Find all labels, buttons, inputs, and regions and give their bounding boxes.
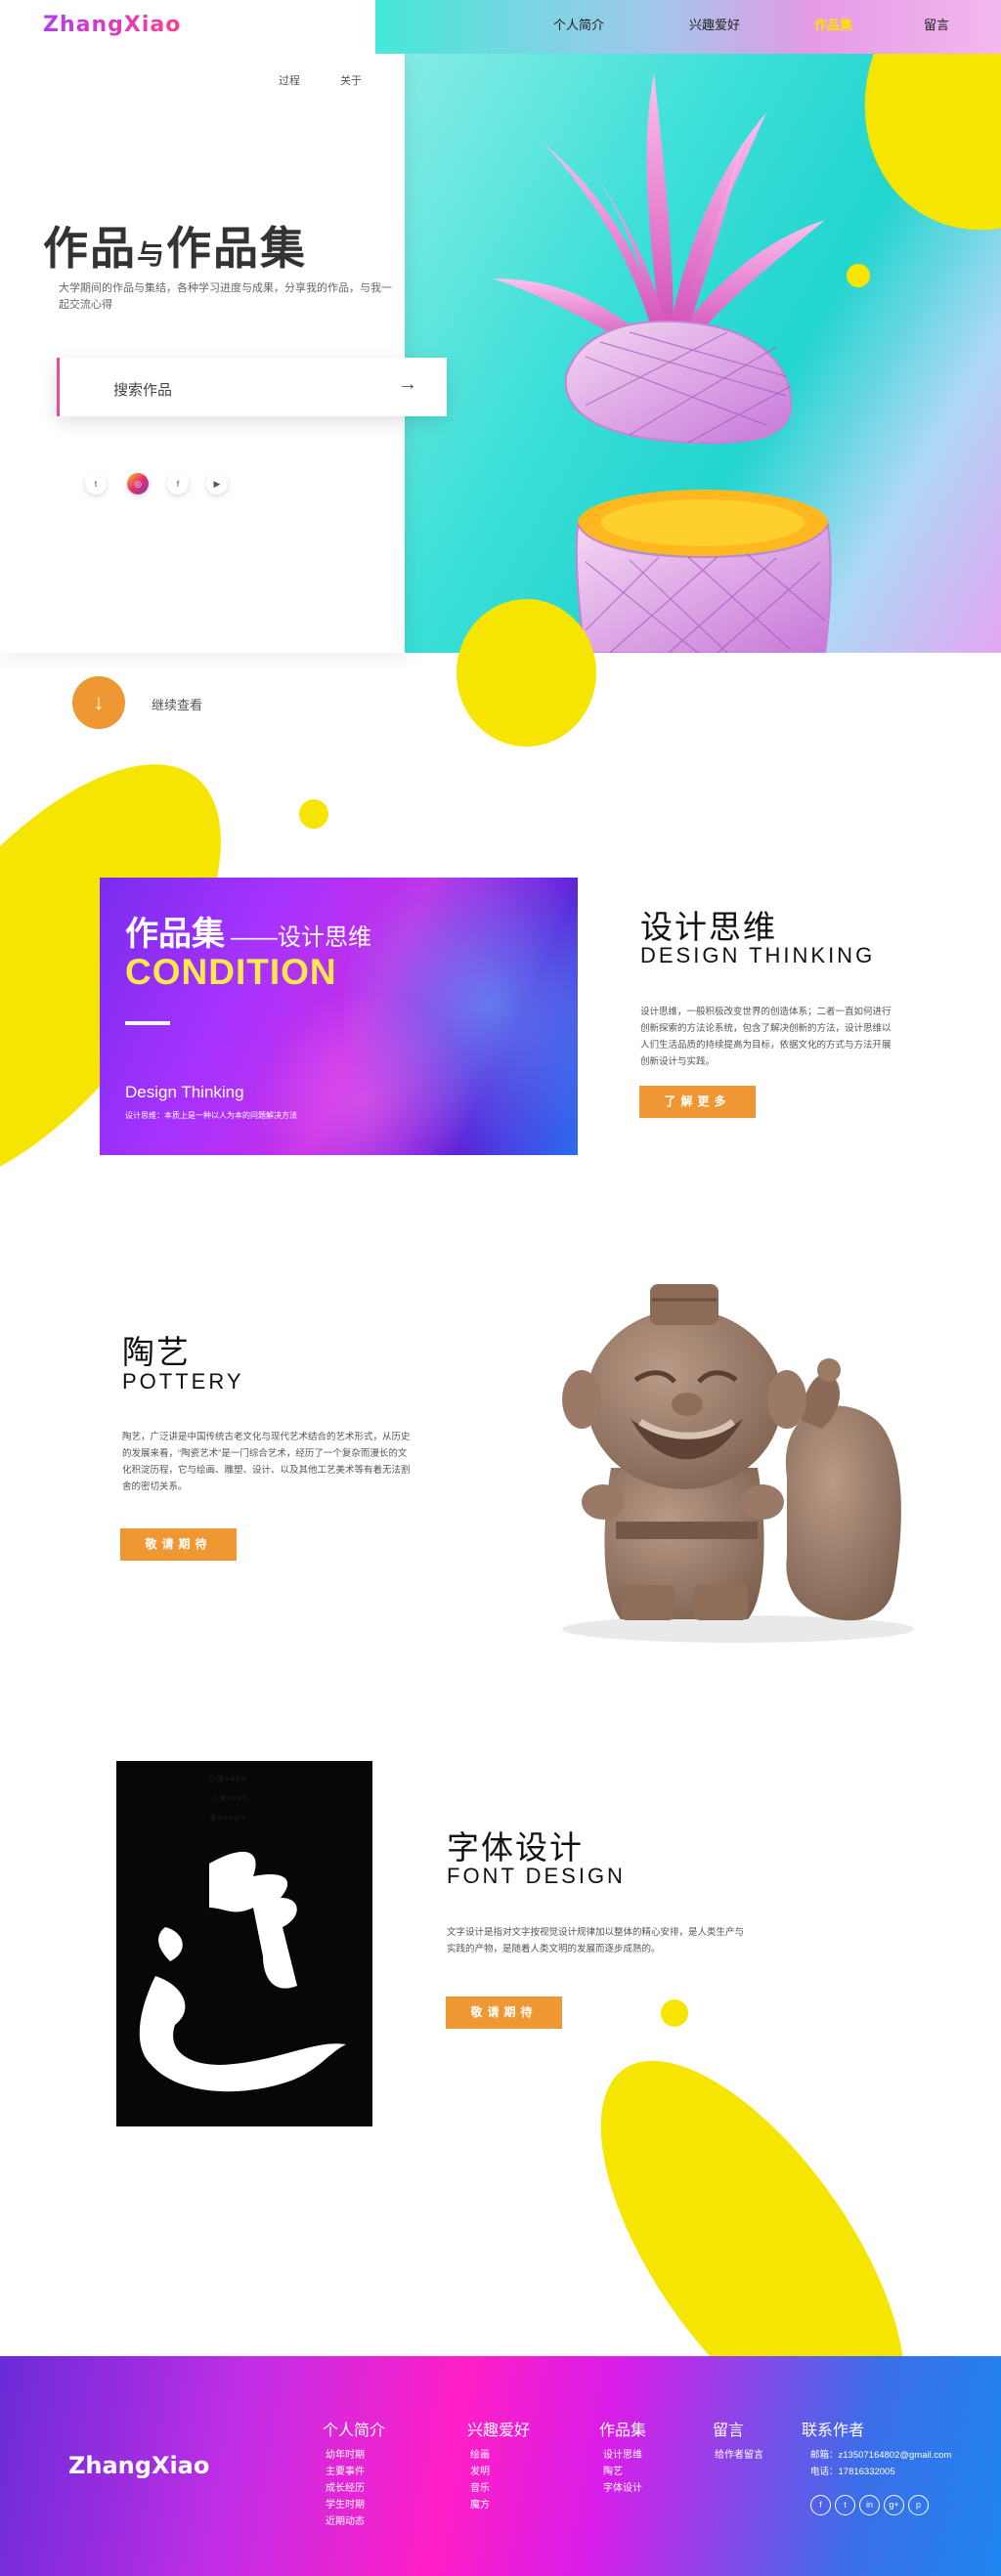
footer-link[interactable]: 近期动态	[326, 2513, 365, 2530]
footer-facebook-icon[interactable]: f	[810, 2495, 831, 2515]
decor-circle-hero	[457, 599, 596, 747]
card-condition: CONDITION	[125, 952, 337, 992]
footer-link[interactable]: 绘画	[470, 2447, 490, 2464]
page-title-part-b: 作品集	[166, 223, 308, 274]
facebook-icon[interactable]: f	[167, 473, 189, 494]
footer-heading-hobbies[interactable]: 兴趣爱好	[467, 2417, 530, 2440]
pottery-description: 陶艺，广泛讲是中国传统古老文化与现代艺术结合的艺术形式，从历史的发展来看，“陶瓷…	[122, 1432, 411, 1492]
pottery-title: 陶艺	[122, 1334, 191, 1370]
footer-link[interactable]: 幼年时期	[326, 2447, 365, 2464]
page: ZhangXiao 个人简介 兴趣爱好 作品集 留言 过程 关于 作品与作品集 …	[0, 0, 1001, 2576]
footer-link[interactable]: 发明	[470, 2464, 490, 2480]
nav-item-hobbies[interactable]: 兴趣爱好	[689, 0, 740, 54]
learn-more-button[interactable]: 了解更多	[639, 1086, 756, 1118]
search-box[interactable]: 搜索作品 →	[57, 358, 447, 416]
nav-item-message[interactable]: 留言	[924, 0, 949, 54]
search-label: 搜索作品	[113, 382, 173, 399]
font-coming-soon-button[interactable]: 敬请期待	[446, 1996, 562, 2029]
footer-google-plus-icon[interactable]: g+	[884, 2495, 904, 2515]
pottery-coming-soon-button[interactable]: 敬请期待	[120, 1528, 237, 1561]
footer-twitter-icon[interactable]: t	[835, 2495, 855, 2515]
header-right-panel	[375, 0, 1001, 54]
instagram-icon[interactable]: ◎	[127, 473, 149, 494]
card-title-main: 作品集	[125, 916, 225, 953]
card-caption: 设计思维：本质上是一种以人为本的问题解决方法	[125, 1111, 297, 1120]
decor-dot-3	[661, 1999, 688, 2027]
card-divider	[125, 1021, 170, 1025]
footer-logo[interactable]: ZhangXiao	[68, 2452, 209, 2479]
footer-heading-contact: 联系作者	[802, 2423, 865, 2439]
pottery-subtitle: POTTERY	[122, 1369, 244, 1394]
card-title: 作品集 ——设计思维	[125, 907, 371, 955]
footer-pinterest-icon[interactable]: p	[908, 2495, 929, 2515]
footer: ZhangXiao 个人简介 幼年时期 主要事件 成长经历 学生时期 近期动态 …	[0, 2356, 1001, 2576]
nav-item-portfolio[interactable]: 作品集	[814, 0, 852, 54]
youtube-icon[interactable]: ▶	[206, 473, 228, 494]
page-title: 作品与作品集	[43, 213, 307, 278]
scroll-down-button[interactable]: ↓	[72, 676, 125, 729]
footer-link[interactable]: 设计思维	[603, 2447, 642, 2464]
footer-link[interactable]: 主要事件	[326, 2464, 365, 2480]
header-left-panel: ZhangXiao	[0, 0, 375, 54]
calligraphy-artwork: ζ·ι·道·ν·β·ξ·μ λ·道·ο·δ·ε·ζ 道·α·ν·ω·ρ·τ	[139, 1775, 346, 2092]
footer-phone[interactable]: 电话：17816332005	[810, 2464, 895, 2480]
footer-heading-message[interactable]: 留言	[713, 2417, 744, 2440]
top-navigation-bar: ZhangXiao 个人简介 兴趣爱好 作品集 留言	[0, 0, 1001, 54]
font-design-title: 字体设计	[447, 1829, 584, 1866]
hero-description: 大学期间的作品与集结，各种学习进度与成果，分享我的作品，与我一起交流心得	[59, 282, 392, 311]
footer-email[interactable]: 邮箱：z13507164802@gmail.com	[810, 2447, 951, 2464]
card-english-label: Design Thinking	[125, 1083, 244, 1101]
footer-link[interactable]: 魔方	[470, 2497, 490, 2513]
arrow-down-icon: ↓	[93, 690, 105, 714]
subnav-process[interactable]: 过程	[279, 72, 300, 88]
subnav-about[interactable]: 关于	[340, 72, 362, 88]
footer-link[interactable]: 给作者留言	[715, 2447, 763, 2464]
decor-dot-2	[299, 799, 328, 829]
logo[interactable]: ZhangXiao	[43, 13, 181, 37]
arrow-right-icon[interactable]: →	[398, 373, 417, 396]
footer-heading-profile[interactable]: 个人简介	[323, 2417, 385, 2440]
font-design-subtitle: FONT DESIGN	[447, 1864, 626, 1888]
footer-heading-portfolio[interactable]: 作品集	[599, 2417, 646, 2440]
font-design-poster[interactable]: ζ·ι·道·ν·β·ξ·μ λ·道·ο·δ·ε·ζ 道·α·ν·ω·ρ·τ	[116, 1761, 372, 2126]
nav-item-profile[interactable]: 个人简介	[553, 0, 604, 54]
page-title-part-a: 作品	[43, 223, 137, 274]
design-thinking-card[interactable]: 作品集 ——设计思维 CONDITION Design Thinking 设计思维…	[100, 878, 578, 1155]
scroll-label[interactable]: 继续查看	[152, 695, 202, 713]
footer-link[interactable]: 音乐	[470, 2480, 490, 2497]
footer-link[interactable]: 陶艺	[603, 2464, 623, 2480]
twitter-icon[interactable]: t	[85, 473, 107, 494]
footer-link[interactable]: 字体设计	[603, 2480, 642, 2497]
footer-link[interactable]: 学生时期	[326, 2497, 365, 2513]
svg-text:λ·道·ο·δ·ε·ζ: λ·道·ο·δ·ε·ζ	[214, 1794, 246, 1802]
decor-dot	[847, 264, 870, 287]
svg-text:道·α·ν·ω·ρ·τ: 道·α·ν·ω·ρ·τ	[210, 1814, 245, 1822]
design-thinking-title: 设计思维	[640, 909, 777, 945]
design-thinking-subtitle: DESIGN THINKING	[640, 943, 876, 967]
card-title-dash: ——设计思维	[231, 924, 371, 951]
font-design-description: 文字设计是指对文字按视觉设计规律加以整体的精心安排，是人类生产与实践的产物，是随…	[447, 1927, 745, 1954]
hero-panel	[0, 54, 405, 653]
pottery-sculpture-image	[543, 1272, 914, 1644]
page-title-connector: 与	[137, 239, 167, 270]
footer-linkedin-icon[interactable]: in	[859, 2495, 880, 2515]
footer-link[interactable]: 成长经历	[326, 2480, 365, 2497]
design-thinking-description: 设计思维，一般积极改变世界的创造体系；二者一直如何进行创新探索的方法论系统，包含…	[640, 1007, 892, 1067]
pottery-illustration	[562, 1284, 914, 1643]
svg-text:ζ·ι·道·ν·β·ξ·μ: ζ·ι·道·ν·β·ξ·μ	[209, 1775, 245, 1782]
